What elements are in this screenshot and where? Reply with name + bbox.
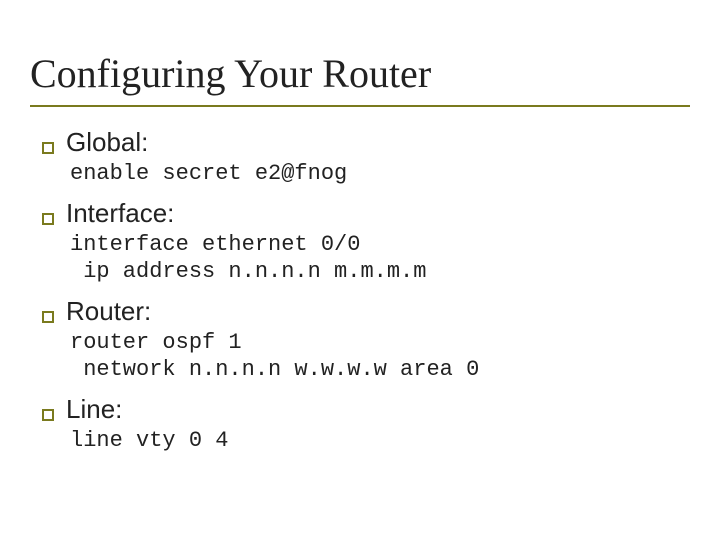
section-head: Router: [42,296,690,327]
section-head: Line: [42,394,690,425]
section-code: line vty 0 4 [70,427,690,455]
square-bullet-icon [42,213,54,225]
section-code: enable secret e2@fnog [70,160,690,188]
section-router: Router: router ospf 1 network n.n.n.n w.… [30,296,690,384]
section-label: Global: [66,127,148,158]
section-head: Global: [42,127,690,158]
section-code: router ospf 1 network n.n.n.n w.w.w.w ar… [70,329,690,384]
section-code: interface ethernet 0/0 ip address n.n.n.… [70,231,690,286]
slide: Configuring Your Router Global: enable s… [0,0,720,540]
section-label: Line: [66,394,122,425]
section-label: Router: [66,296,151,327]
section-line: Line: line vty 0 4 [30,394,690,455]
section-interface: Interface: interface ethernet 0/0 ip add… [30,198,690,286]
section-head: Interface: [42,198,690,229]
square-bullet-icon [42,311,54,323]
square-bullet-icon [42,142,54,154]
title-underline [30,105,690,107]
section-label: Interface: [66,198,174,229]
square-bullet-icon [42,409,54,421]
section-global: Global: enable secret e2@fnog [30,127,690,188]
slide-title: Configuring Your Router [30,50,690,97]
